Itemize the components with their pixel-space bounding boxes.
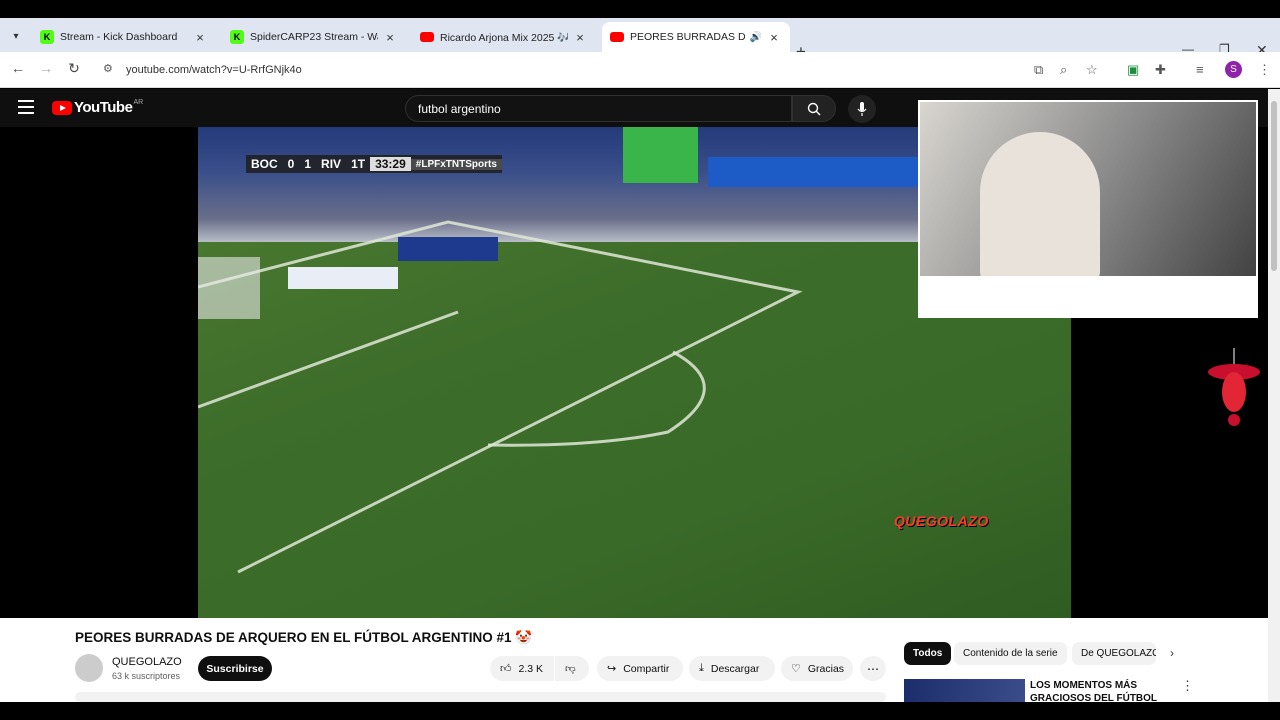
channel-avatar[interactable] bbox=[75, 654, 103, 682]
tab-title: PEORES BURRADAS DE ARC bbox=[630, 31, 746, 43]
zoom-icon[interactable]: ⌕ bbox=[1060, 62, 1067, 78]
channel-name[interactable]: QUEGOLAZO bbox=[112, 656, 182, 668]
thumbs-up-icon: 👍︎ bbox=[500, 663, 512, 675]
microphone-icon bbox=[857, 102, 867, 116]
more-actions-icon[interactable]: ⋯ bbox=[860, 656, 886, 681]
extensions-icon[interactable]: ✚ bbox=[1155, 62, 1166, 78]
like-button[interactable]: 👍︎ 2.3 K bbox=[490, 656, 554, 681]
share-arrow-icon: ↪ bbox=[607, 663, 617, 675]
channel-watermark: QUEGOLAZO bbox=[894, 513, 989, 529]
spiderman-icon bbox=[1208, 348, 1260, 426]
browser-toolbar: ← → ↻ ⚙ youtube.com/watch?v=U-RrfGNjk4o … bbox=[0, 52, 1280, 88]
reload-icon[interactable]: ↻ bbox=[64, 60, 84, 77]
broadcast-hashtag: #LPFxTNTSports bbox=[410, 158, 502, 170]
share-button[interactable]: ↪ Compartir bbox=[597, 656, 683, 681]
tab-title: Stream - Kick Dashboard bbox=[60, 31, 178, 43]
search-button[interactable] bbox=[792, 95, 836, 122]
player-letterbox-left bbox=[0, 127, 198, 618]
download-button[interactable]: ⤓ Descargar bbox=[689, 656, 775, 681]
close-icon[interactable]: × bbox=[766, 30, 782, 45]
download-label: Descargar bbox=[710, 662, 760, 675]
chip-all[interactable]: Todos bbox=[904, 642, 952, 665]
youtube-wordmark: YouTube bbox=[74, 99, 133, 116]
tab-kick-dashboard[interactable]: K Stream - Kick Dashboard × bbox=[32, 22, 216, 52]
kick-icon: K bbox=[40, 30, 54, 44]
voice-search-button[interactable] bbox=[848, 95, 876, 123]
profile-avatar[interactable]: S bbox=[1225, 61, 1242, 78]
tab-peores-burradas[interactable]: PEORES BURRADAS DE ARC 🔊 × bbox=[602, 22, 790, 52]
streamer-figure bbox=[980, 132, 1100, 282]
browser-tab-strip: ▾ K Stream - Kick Dashboard × K SpiderCA… bbox=[0, 18, 1280, 61]
url-text[interactable]: youtube.com/watch?v=U-RrfGNjk4o bbox=[126, 64, 302, 76]
close-icon[interactable]: × bbox=[192, 30, 208, 45]
scorebug: BOC 0 1 RIV 1T 33:29 #LPFxTNTSports bbox=[246, 155, 502, 173]
extension-chat-icon[interactable]: ▣ bbox=[1127, 62, 1139, 78]
away-score: 1 bbox=[304, 157, 312, 171]
youtube-icon bbox=[610, 32, 624, 42]
tab-title: Ricardo Arjona Mix 2025 🎶 | G bbox=[440, 31, 568, 44]
install-app-icon[interactable]: ⧉ bbox=[1034, 62, 1043, 78]
tab-spidercarp-stream[interactable]: K SpiderCARP23 Stream - Watch × bbox=[222, 22, 406, 52]
media-control-icon[interactable]: ≡ bbox=[1196, 62, 1204, 77]
chip-series-content[interactable]: Contenido de la serie bbox=[954, 642, 1067, 665]
away-team: RIV bbox=[321, 157, 342, 171]
download-icon: ⤓ bbox=[699, 662, 704, 674]
youtube-icon bbox=[420, 32, 434, 42]
close-icon[interactable]: × bbox=[382, 30, 398, 45]
description-box[interactable] bbox=[75, 692, 886, 702]
kebab-menu-icon[interactable]: ⋮ bbox=[1258, 62, 1271, 78]
dislike-button[interactable]: 👎︎ bbox=[555, 656, 589, 681]
forward-icon[interactable]: → bbox=[36, 60, 56, 76]
tab-title: SpiderCARP23 Stream - Watch bbox=[250, 31, 378, 43]
back-icon[interactable]: ← bbox=[8, 60, 28, 76]
match-period: 1T bbox=[351, 157, 366, 171]
site-info-icon[interactable]: ⚙ bbox=[103, 62, 113, 75]
speaker-icon[interactable]: 🔊 bbox=[750, 32, 762, 43]
like-count: 2.3 K bbox=[518, 662, 544, 675]
video-title: PEORES BURRADAS DE ARQUERO EN EL FÚTBOL … bbox=[75, 630, 533, 645]
scrollbar-thumb[interactable] bbox=[1271, 101, 1277, 271]
tab-ricardo-arjona[interactable]: Ricardo Arjona Mix 2025 🎶 | G × bbox=[412, 22, 596, 52]
streamer-webcam-overlay bbox=[918, 100, 1258, 318]
thanks-label: Gracias bbox=[807, 662, 845, 675]
close-icon[interactable]: × bbox=[572, 30, 588, 45]
search-input[interactable]: futbol argentino bbox=[405, 95, 792, 122]
screen-bottom-border bbox=[0, 702, 1280, 720]
screen-top-border bbox=[0, 0, 1280, 18]
youtube-logo[interactable]: YouTube AR bbox=[52, 99, 143, 116]
tab-search-chevron-icon[interactable]: ▾ bbox=[4, 24, 28, 48]
subscribe-button[interactable]: Suscribirse bbox=[198, 656, 272, 681]
share-label: Compartir bbox=[623, 662, 670, 675]
thanks-button[interactable]: ♡ Gracias bbox=[781, 656, 853, 681]
youtube-play-icon bbox=[52, 100, 72, 115]
chevron-right-icon[interactable]: › bbox=[1170, 646, 1174, 660]
chip-from-channel[interactable]: De QUEGOLAZO bbox=[1072, 642, 1156, 665]
match-clock: 33:29 bbox=[370, 157, 411, 171]
subscriber-count: 63 k suscriptores bbox=[112, 671, 181, 681]
hamburger-menu-icon[interactable] bbox=[18, 100, 34, 114]
page-scrollbar[interactable] bbox=[1268, 89, 1280, 702]
home-score: 0 bbox=[287, 157, 295, 171]
country-code: AR bbox=[133, 99, 144, 106]
related-more-icon[interactable]: ⋮ bbox=[1181, 678, 1194, 694]
home-team: BOC bbox=[251, 157, 278, 171]
kick-icon: K bbox=[230, 30, 244, 44]
halftone-strip bbox=[920, 276, 1256, 316]
search-icon bbox=[807, 102, 821, 115]
thumbs-down-icon: 👎︎ bbox=[565, 663, 576, 675]
bookmark-star-icon[interactable]: ☆ bbox=[1086, 62, 1098, 78]
thanks-heart-icon: ♡ bbox=[791, 663, 801, 675]
